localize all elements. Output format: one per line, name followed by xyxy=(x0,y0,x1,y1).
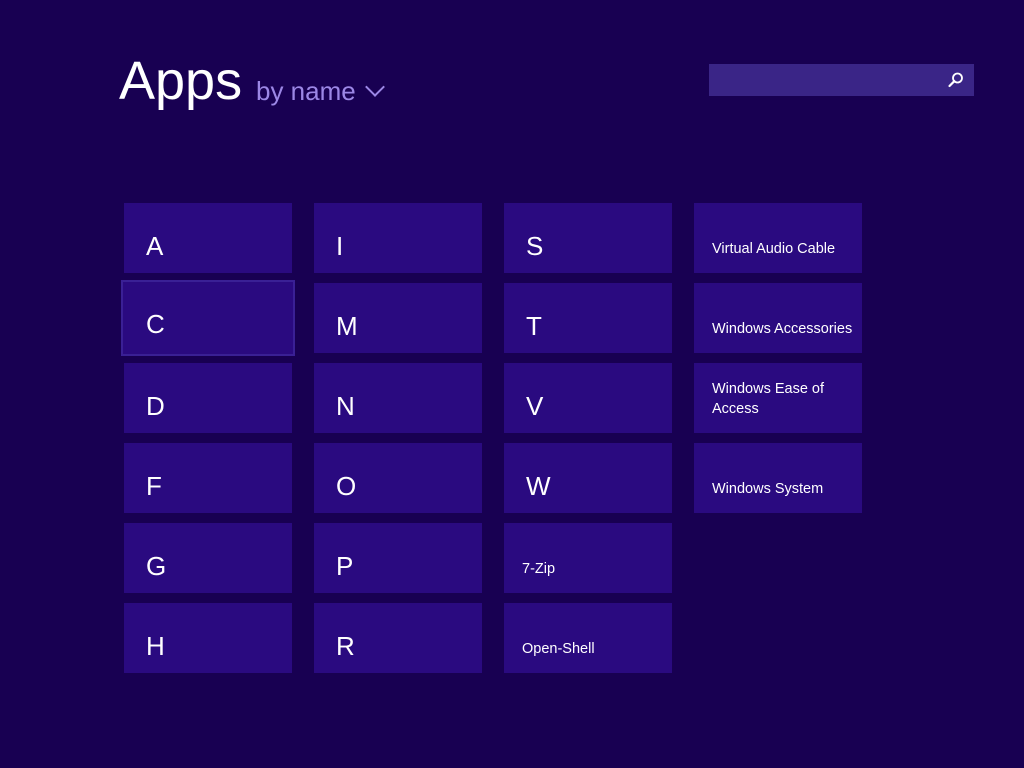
group-tile-i[interactable]: I xyxy=(314,203,482,273)
search-box[interactable] xyxy=(709,64,974,97)
group-letter: O xyxy=(336,471,357,501)
group-tile-n[interactable]: N xyxy=(314,363,482,433)
app-tile-windows-accessories[interactable]: Windows Accessories xyxy=(694,283,862,353)
group-letter: H xyxy=(146,631,165,661)
group-letter: I xyxy=(336,231,344,261)
group-tile-f[interactable]: F xyxy=(124,443,292,513)
group-tile-v[interactable]: V xyxy=(504,363,672,433)
group-letter: V xyxy=(526,391,544,421)
app-name: 7-Zip xyxy=(522,561,556,577)
group-tile-p[interactable]: P xyxy=(314,523,482,593)
group-letter: T xyxy=(526,311,542,341)
group-tile-c[interactable]: C xyxy=(121,280,295,356)
group-tile-m[interactable]: M xyxy=(314,283,482,353)
group-tile-r[interactable]: R xyxy=(314,603,482,673)
group-tile-t[interactable]: T xyxy=(504,283,672,353)
group-letter: G xyxy=(146,551,167,581)
chevron-down-icon xyxy=(364,77,385,97)
search-input[interactable] xyxy=(717,65,951,97)
page-title: Apps xyxy=(119,51,243,111)
group-tile-d[interactable]: D xyxy=(124,363,292,433)
apps-view: Apps by name A C D F G H I M N O P R S T… xyxy=(0,0,1024,768)
sort-dropdown[interactable]: by name xyxy=(256,74,385,108)
group-letter: S xyxy=(526,231,544,261)
group-letter: A xyxy=(146,231,164,261)
group-tile-g[interactable]: G xyxy=(124,523,292,593)
app-tile-open-shell[interactable]: Open-Shell xyxy=(504,603,672,673)
group-letter: N xyxy=(336,391,355,421)
group-tile-a[interactable]: A xyxy=(124,203,292,273)
app-name: Windows Accessories xyxy=(712,321,853,337)
group-letter: F xyxy=(146,471,162,501)
app-tile-windows-system[interactable]: Windows System xyxy=(694,443,862,513)
group-letter: M xyxy=(336,311,358,341)
group-tile-h[interactable]: H xyxy=(124,603,292,673)
app-tile-virtual-audio-cable[interactable]: Virtual Audio Cable xyxy=(694,203,862,273)
app-name: Windows Ease of Access xyxy=(712,381,825,417)
group-letter: W xyxy=(526,471,551,501)
group-letter: P xyxy=(336,551,354,581)
app-name: Open-Shell xyxy=(522,641,595,657)
sort-label: by name xyxy=(256,76,356,106)
group-letter: C xyxy=(146,309,165,339)
group-tile-w[interactable]: W xyxy=(504,443,672,513)
group-letter: R xyxy=(336,631,355,661)
group-tile-o[interactable]: O xyxy=(314,443,482,513)
app-name: Virtual Audio Cable xyxy=(712,241,836,257)
group-letter: D xyxy=(146,391,165,421)
search-icon[interactable] xyxy=(946,70,966,90)
app-tile-7zip[interactable]: 7-Zip xyxy=(504,523,672,593)
app-tile-windows-ease-of-access[interactable]: Windows Ease of Access xyxy=(694,363,862,433)
app-name: Windows System xyxy=(712,481,824,497)
group-tile-s[interactable]: S xyxy=(504,203,672,273)
